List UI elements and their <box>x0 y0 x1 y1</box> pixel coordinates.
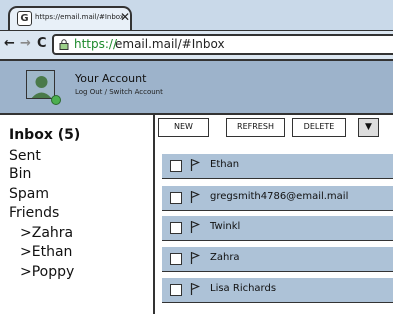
flag-icon[interactable] <box>190 190 200 204</box>
email-row[interactable]: Zahra <box>162 247 393 272</box>
account-name: Your Account <box>75 72 147 85</box>
browser-toolbar: ← → C https:// email.mail/#Inbox <box>0 31 393 61</box>
user-silhouette-icon <box>31 76 52 98</box>
account-links[interactable]: Log Out / Switch Account <box>75 88 163 96</box>
delete-button[interactable]: DELETE <box>292 118 346 137</box>
email-sender: Zahra <box>210 252 240 263</box>
flag-icon[interactable] <box>190 220 200 234</box>
email-row[interactable]: Ethan <box>162 154 393 179</box>
email-sender: Ethan <box>210 159 240 170</box>
address-bar[interactable]: https:// email.mail/#Inbox <box>52 34 393 55</box>
email-checkbox[interactable] <box>170 284 182 296</box>
tab-title: https://email.mail/#Inbox <box>35 13 124 21</box>
back-arrow-icon[interactable]: ← <box>4 36 15 52</box>
site-favicon-icon: G <box>17 11 32 26</box>
email-row[interactable]: Lisa Richards <box>162 278 393 303</box>
email-checkbox[interactable] <box>170 253 182 265</box>
refresh-button[interactable]: REFRESH <box>226 118 285 137</box>
more-actions-dropdown[interactable]: ▼ <box>358 118 379 137</box>
lock-icon <box>59 39 69 50</box>
email-sender: gregsmith4786@email.mail <box>210 191 349 202</box>
browser-tab[interactable]: G https://email.mail/#Inbox ✕ <box>8 6 132 30</box>
new-button[interactable]: NEW <box>158 118 209 137</box>
email-checkbox[interactable] <box>170 222 182 234</box>
avatar[interactable] <box>26 70 55 99</box>
online-status-icon <box>51 95 61 105</box>
sidebar-item-spam[interactable]: Spam <box>9 186 49 202</box>
sidebar-item-inbox[interactable]: Inbox (5) <box>9 127 80 143</box>
email-row[interactable]: Twinkl <box>162 216 393 241</box>
sidebar-item-friends[interactable]: Friends <box>9 205 59 221</box>
sidebar-item-bin[interactable]: Bin <box>9 166 31 182</box>
sidebar-item-ethan[interactable]: >Ethan <box>20 244 72 260</box>
email-checkbox[interactable] <box>170 192 182 204</box>
url-scheme: https:// <box>74 37 118 51</box>
url-path: email.mail/#Inbox <box>115 37 225 51</box>
sidebar-item-zahra[interactable]: >Zahra <box>20 225 73 241</box>
email-row[interactable]: gregsmith4786@email.mail <box>162 186 393 211</box>
folder-sidebar: Inbox (5) Sent Bin Spam Friends >Zahra >… <box>0 115 155 314</box>
browser-tab-strip: G https://email.mail/#Inbox ✕ <box>0 0 393 31</box>
reload-icon[interactable]: C <box>37 36 47 52</box>
sidebar-item-poppy[interactable]: >Poppy <box>20 264 74 280</box>
tab-close-icon[interactable]: ✕ <box>120 11 130 23</box>
email-checkbox[interactable] <box>170 160 182 172</box>
flag-icon[interactable] <box>190 158 200 172</box>
account-header: Your Account Log Out / Switch Account <box>0 61 393 115</box>
flag-icon[interactable] <box>190 251 200 265</box>
sidebar-item-sent[interactable]: Sent <box>9 148 41 164</box>
email-sender: Lisa Richards <box>210 283 277 294</box>
email-sender: Twinkl <box>210 221 241 232</box>
forward-arrow-icon[interactable]: → <box>20 36 31 52</box>
flag-icon[interactable] <box>190 282 200 296</box>
email-list-panel: NEW REFRESH DELETE ▼ Ethan gregsmith4786… <box>155 115 393 314</box>
